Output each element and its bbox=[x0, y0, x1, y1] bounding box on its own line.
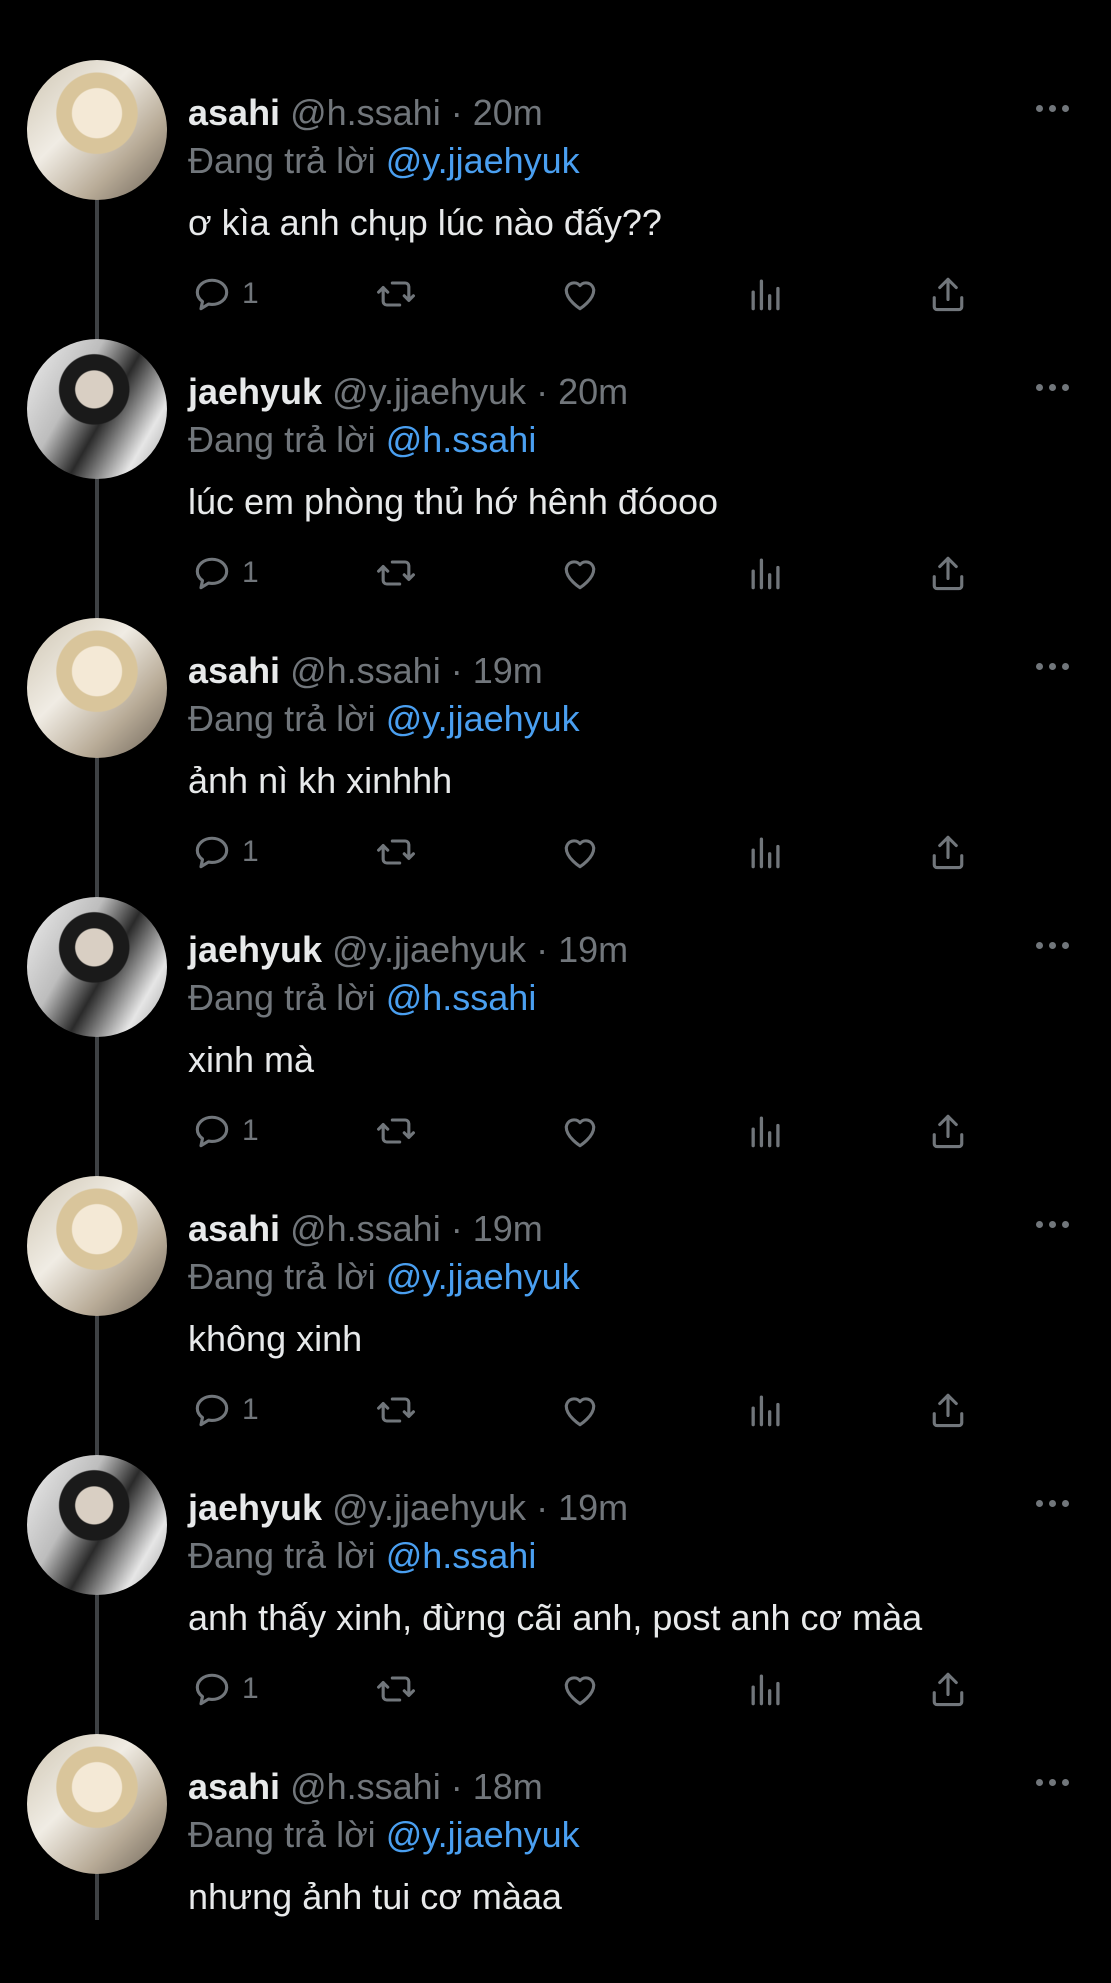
tweet[interactable]: jaehyuk @y.jjaehyuk · 19m Đang trả lời @… bbox=[0, 1425, 1111, 1707]
reply-count: 1 bbox=[242, 277, 259, 310]
replying-to-mention[interactable]: @h.ssahi bbox=[386, 977, 537, 1018]
more-icon[interactable] bbox=[1036, 937, 1070, 953]
display-name[interactable]: asahi bbox=[188, 92, 280, 133]
tweet-text: ơ kìa anh chụp lúc nào đấy?? bbox=[188, 202, 662, 243]
timestamp[interactable]: 19m bbox=[473, 1208, 543, 1249]
replying-to-mention[interactable]: @y.jjaehyuk bbox=[386, 698, 580, 739]
reply-count: 1 bbox=[242, 835, 259, 868]
display-name[interactable]: jaehyuk bbox=[188, 929, 322, 970]
more-icon[interactable] bbox=[1036, 1216, 1070, 1232]
display-name[interactable]: jaehyuk bbox=[188, 371, 322, 412]
replying-to-label: Đang trả lời bbox=[188, 1535, 376, 1576]
tweet[interactable]: jaehyuk @y.jjaehyuk · 20m Đang trả lời @… bbox=[0, 309, 1111, 591]
user-handle[interactable]: @h.ssahi bbox=[290, 650, 441, 691]
timestamp[interactable]: 20m bbox=[473, 92, 543, 133]
timestamp[interactable]: 20m bbox=[558, 371, 628, 412]
separator-dot: · bbox=[450, 92, 463, 133]
separator-dot: · bbox=[536, 929, 549, 970]
tweet-text: ảnh nì kh xinhhh bbox=[188, 760, 453, 801]
display-name[interactable]: jaehyuk bbox=[188, 1487, 322, 1528]
replying-to-mention[interactable]: @y.jjaehyuk bbox=[386, 140, 580, 181]
display-name[interactable]: asahi bbox=[188, 1208, 280, 1249]
tweet[interactable]: asahi @h.ssahi · 19m Đang trả lời @y.jja… bbox=[0, 588, 1111, 870]
user-handle[interactable]: @y.jjaehyuk bbox=[332, 929, 526, 970]
user-handle[interactable]: @h.ssahi bbox=[290, 1208, 441, 1249]
tweet-text: anh thấy xinh, đừng cãi anh, post anh cơ… bbox=[188, 1597, 923, 1638]
tweet-header: asahi @h.ssahi · 19m bbox=[188, 1206, 543, 1252]
display-name[interactable]: asahi bbox=[188, 650, 280, 691]
avatar[interactable] bbox=[27, 339, 167, 479]
tweet-header: jaehyuk @y.jjaehyuk · 20m bbox=[188, 369, 628, 415]
tweet-header: asahi @h.ssahi · 18m bbox=[188, 1764, 543, 1810]
replying-to-label: Đang trả lời bbox=[188, 977, 376, 1018]
replying-to-label: Đang trả lời bbox=[188, 419, 376, 460]
user-handle[interactable]: @h.ssahi bbox=[290, 1766, 441, 1807]
avatar[interactable] bbox=[27, 60, 167, 200]
tweet-header: asahi @h.ssahi · 20m bbox=[188, 90, 543, 136]
more-icon[interactable] bbox=[1036, 658, 1070, 674]
tweet-text: không xinh bbox=[188, 1318, 363, 1359]
avatar[interactable] bbox=[27, 897, 167, 1037]
reply-count: 1 bbox=[242, 1672, 259, 1705]
replying-to: Đang trả lời @y.jjaehyuk bbox=[188, 1812, 580, 1858]
replying-to: Đang trả lời @y.jjaehyuk bbox=[188, 138, 580, 184]
timestamp[interactable]: 18m bbox=[473, 1766, 543, 1807]
replying-to-label: Đang trả lời bbox=[188, 698, 376, 739]
timestamp[interactable]: 19m bbox=[558, 1487, 628, 1528]
more-icon[interactable] bbox=[1036, 100, 1070, 116]
tweet-text: lúc em phòng thủ hớ hênh đóooo bbox=[188, 481, 719, 522]
separator-dot: · bbox=[450, 1766, 463, 1807]
separator-dot: · bbox=[536, 1487, 549, 1528]
replying-to-mention[interactable]: @y.jjaehyuk bbox=[386, 1256, 580, 1297]
tweet[interactable]: asahi @h.ssahi · 19m Đang trả lời @y.jja… bbox=[0, 1146, 1111, 1428]
replying-to-mention[interactable]: @y.jjaehyuk bbox=[386, 1814, 580, 1855]
avatar[interactable] bbox=[27, 1176, 167, 1316]
avatar[interactable] bbox=[27, 618, 167, 758]
tweet-header: jaehyuk @y.jjaehyuk · 19m bbox=[188, 927, 628, 973]
reply-count: 1 bbox=[242, 1393, 259, 1426]
replying-to-mention[interactable]: @h.ssahi bbox=[386, 1535, 537, 1576]
tweet-header: asahi @h.ssahi · 19m bbox=[188, 648, 543, 694]
user-handle[interactable]: @y.jjaehyuk bbox=[332, 371, 526, 412]
avatar[interactable] bbox=[27, 1734, 167, 1874]
user-handle[interactable]: @h.ssahi bbox=[290, 92, 441, 133]
tweet-text: nhưng ảnh tui cơ màaa bbox=[188, 1876, 562, 1917]
replying-to: Đang trả lời @y.jjaehyuk bbox=[188, 696, 580, 742]
separator-dot: · bbox=[450, 650, 463, 691]
replying-to: Đang trả lời @y.jjaehyuk bbox=[188, 1254, 580, 1300]
tweet[interactable]: asahi @h.ssahi · 20m Đang trả lời @y.jja… bbox=[0, 30, 1111, 312]
tweet[interactable]: jaehyuk @y.jjaehyuk · 19m Đang trả lời @… bbox=[0, 867, 1111, 1149]
reply-count: 1 bbox=[242, 1114, 259, 1147]
replying-to-label: Đang trả lời bbox=[188, 1814, 376, 1855]
replying-to: Đang trả lời @h.ssahi bbox=[188, 1533, 536, 1579]
separator-dot: · bbox=[450, 1208, 463, 1249]
replying-to-mention[interactable]: @h.ssahi bbox=[386, 419, 537, 460]
tweet-header: jaehyuk @y.jjaehyuk · 19m bbox=[188, 1485, 628, 1531]
separator-dot: · bbox=[536, 371, 549, 412]
more-icon[interactable] bbox=[1036, 1774, 1070, 1790]
replying-to-label: Đang trả lời bbox=[188, 140, 376, 181]
tweet[interactable]: asahi @h.ssahi · 18m Đang trả lời @y.jja… bbox=[0, 1704, 1111, 1983]
more-icon[interactable] bbox=[1036, 1495, 1070, 1511]
replying-to-label: Đang trả lời bbox=[188, 1256, 376, 1297]
avatar[interactable] bbox=[27, 1455, 167, 1595]
reply-count: 1 bbox=[242, 556, 259, 589]
timestamp[interactable]: 19m bbox=[473, 650, 543, 691]
timestamp[interactable]: 19m bbox=[558, 929, 628, 970]
tweet-text: xinh mà bbox=[188, 1039, 315, 1080]
display-name[interactable]: asahi bbox=[188, 1766, 280, 1807]
replying-to: Đang trả lời @h.ssahi bbox=[188, 975, 536, 1021]
user-handle[interactable]: @y.jjaehyuk bbox=[332, 1487, 526, 1528]
replying-to: Đang trả lời @h.ssahi bbox=[188, 417, 536, 463]
more-icon[interactable] bbox=[1036, 379, 1070, 395]
